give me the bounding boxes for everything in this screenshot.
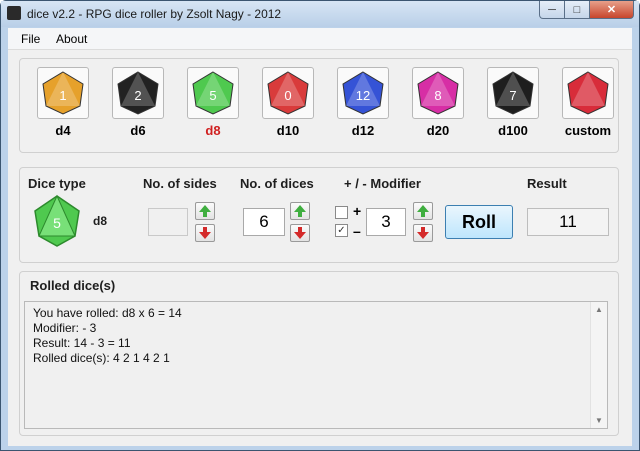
log-line: Result: 14 - 3 = 11 xyxy=(33,336,131,350)
plus-checkbox[interactable] xyxy=(335,206,348,219)
die-label: d8 xyxy=(205,123,221,138)
dice-type-header: Dice type xyxy=(28,176,86,191)
log-textarea[interactable]: You have rolled: d8 x 6 = 14 Modifier: -… xyxy=(24,301,608,429)
dices-header: No. of dices xyxy=(240,176,314,191)
dice-type-value: d8 xyxy=(93,214,108,228)
selected-die-face: 5 xyxy=(53,215,61,231)
die-face-number: 12 xyxy=(356,88,370,103)
down-arrow-icon xyxy=(294,227,306,239)
die-option-d4[interactable]: 1 d4 xyxy=(28,67,98,138)
die-face-number: 2 xyxy=(134,88,141,103)
d6-die-icon[interactable]: 2 xyxy=(112,67,164,119)
up-arrow-icon xyxy=(294,205,306,217)
dices-input[interactable]: 6 xyxy=(243,208,285,236)
d20-die-icon[interactable]: 8 xyxy=(412,67,464,119)
dices-down-button[interactable] xyxy=(290,224,310,242)
minus-checkbox[interactable]: ✓ xyxy=(335,224,348,237)
down-arrow-icon xyxy=(199,227,211,239)
die-label: d20 xyxy=(426,123,450,138)
window-title: dice v2.2 - RPG dice roller by Zsolt Nag… xyxy=(27,7,282,21)
up-arrow-icon xyxy=(417,205,429,217)
die-option-d100[interactable]: 7 d100 xyxy=(478,67,548,138)
die-face-number: 8 xyxy=(434,88,441,103)
app-icon xyxy=(7,6,21,20)
custom-die-icon[interactable] xyxy=(562,67,614,119)
die-label: d12 xyxy=(351,123,375,138)
die-face-number: 5 xyxy=(209,88,216,103)
close-button[interactable]: ✕ xyxy=(589,1,634,19)
roll-button[interactable]: Roll xyxy=(445,205,513,239)
maximize-button[interactable]: □ xyxy=(564,1,590,19)
log-line: You have rolled: d8 x 6 = 14 xyxy=(33,306,182,320)
die-option-d6[interactable]: 2 d6 xyxy=(103,67,173,138)
sides-input[interactable] xyxy=(148,208,188,236)
result-header: Result xyxy=(527,176,567,191)
dices-up-button[interactable] xyxy=(290,202,310,220)
selected-d8-die-icon: 5 xyxy=(32,194,82,248)
modifier-header: + / - Modifier xyxy=(344,176,421,191)
die-option-d8[interactable]: 5 d8 xyxy=(178,67,248,138)
log-scrollbar[interactable]: ▲ ▼ xyxy=(590,302,607,428)
log-line: Modifier: - 3 xyxy=(33,321,97,335)
die-label: d100 xyxy=(498,123,528,138)
modifier-down-button[interactable] xyxy=(413,224,433,242)
minimize-button[interactable]: ─ xyxy=(539,1,565,19)
die-option-d10[interactable]: 0 d10 xyxy=(253,67,323,138)
die-label: custom xyxy=(564,123,612,138)
die-option-custom[interactable]: custom xyxy=(553,67,623,138)
die-face-number: 0 xyxy=(284,88,291,103)
die-option-d20[interactable]: 8 d20 xyxy=(403,67,473,138)
menu-about[interactable]: About xyxy=(56,32,87,46)
client-area: File About 1 d4 2 d6 5 d8 0 d10 12 d12 8 d20 7 d100 cu… xyxy=(8,28,632,446)
menu-file[interactable]: File xyxy=(21,32,40,46)
sides-down-button[interactable] xyxy=(195,224,215,242)
scroll-down-icon[interactable]: ▼ xyxy=(595,416,603,425)
die-face-number: 1 xyxy=(59,88,66,103)
sides-header: No. of sides xyxy=(143,176,217,191)
menu-bar: File About xyxy=(8,28,632,50)
app-window: dice v2.2 - RPG dice roller by Zsolt Nag… xyxy=(0,0,640,451)
scroll-up-icon[interactable]: ▲ xyxy=(595,305,603,314)
d100-die-icon[interactable]: 7 xyxy=(487,67,539,119)
die-label: d6 xyxy=(130,123,146,138)
d8-die-icon[interactable]: 5 xyxy=(187,67,239,119)
die-label: d4 xyxy=(55,123,71,138)
up-arrow-icon xyxy=(199,205,211,217)
log-header: Rolled dice(s) xyxy=(30,278,116,293)
die-face-number: 7 xyxy=(509,88,516,103)
modifier-input[interactable]: 3 xyxy=(366,208,406,236)
dice-selector-panel: 1 d4 2 d6 5 d8 0 d10 12 d12 8 d20 7 d100 custom xyxy=(19,58,619,153)
plus-sign-label: + xyxy=(353,203,362,219)
modifier-up-button[interactable] xyxy=(413,202,433,220)
die-label: d10 xyxy=(276,123,300,138)
die-option-d12[interactable]: 12 d12 xyxy=(328,67,398,138)
d4-die-icon[interactable]: 1 xyxy=(37,67,89,119)
d12-die-icon[interactable]: 12 xyxy=(337,67,389,119)
title-bar[interactable]: dice v2.2 - RPG dice roller by Zsolt Nag… xyxy=(1,1,639,27)
minus-sign-label: – xyxy=(353,223,361,239)
sides-up-button[interactable] xyxy=(195,202,215,220)
log-line: Rolled dice(s): 4 2 1 4 2 1 xyxy=(33,351,170,365)
d10-die-icon[interactable]: 0 xyxy=(262,67,314,119)
down-arrow-icon xyxy=(417,227,429,239)
result-display: 11 xyxy=(527,208,609,236)
